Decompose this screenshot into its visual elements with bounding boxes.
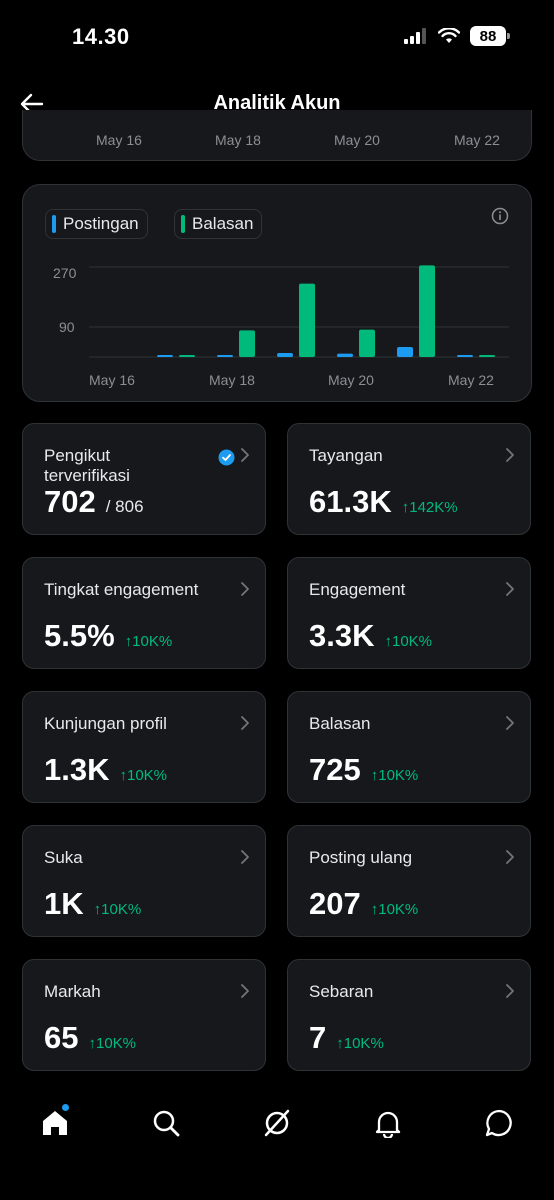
bar-postingan <box>337 353 353 357</box>
metric-label: Suka <box>44 848 83 867</box>
bar-postingan <box>457 355 473 357</box>
bar-balasan <box>239 330 255 357</box>
y-tick-label: 90 <box>59 319 75 335</box>
search-icon[interactable] <box>151 1108 181 1138</box>
metric-tile[interactable]: Engagement 3.3K ↑10K% <box>287 557 531 669</box>
bar-postingan <box>277 353 293 357</box>
chevron-right-icon <box>241 582 249 596</box>
chevron-right-icon <box>506 850 514 864</box>
metric-label: Kunjungan profil <box>44 714 167 733</box>
x-tick-label: May 16 <box>96 132 142 148</box>
metric-value: 702 <box>44 484 96 519</box>
x-tick-label: May 18 <box>209 372 255 388</box>
bar-balasan <box>479 355 495 357</box>
battery-indicator: 88 <box>470 26 510 46</box>
metric-tile[interactable]: Markah 65 ↑10K% <box>22 959 266 1071</box>
metric-tile[interactable]: Balasan 725 ↑10K% <box>287 691 531 803</box>
notification-dot <box>62 1104 69 1111</box>
x-tick-label: May 16 <box>89 372 135 388</box>
bar-balasan <box>359 329 375 357</box>
metric-value-row: 725 ↑10K% <box>309 752 418 788</box>
bar-postingan <box>157 355 173 357</box>
metric-tile[interactable]: Sebaran 7 ↑10K% <box>287 959 531 1071</box>
messages-icon[interactable] <box>484 1108 514 1138</box>
metric-change: ↑10K% <box>119 767 168 784</box>
bar-postingan <box>217 355 233 357</box>
metric-change: ↑10K% <box>384 633 433 650</box>
bar-balasan <box>299 283 315 357</box>
metric-tile[interactable]: Tingkat engagement 5.5% ↑10K% <box>22 557 266 669</box>
metric-change: ↑10K% <box>88 1035 137 1052</box>
status-bar: 14.30 88 <box>0 0 554 70</box>
status-time: 14.30 <box>72 24 130 49</box>
chevron-right-icon <box>506 716 514 730</box>
x-tick-label: May 18 <box>215 132 261 148</box>
metric-value-row: 1K ↑10K% <box>44 886 141 922</box>
metric-value: 61.3K <box>309 484 392 519</box>
verified-badge-icon <box>218 449 235 466</box>
metric-label: Tayangan <box>309 446 383 465</box>
metric-value: 725 <box>309 752 361 787</box>
metric-label: Posting ulang <box>309 848 413 867</box>
metric-change: ↑142K% <box>401 499 458 516</box>
chevron-right-icon <box>241 448 249 462</box>
chevron-right-icon <box>506 984 514 998</box>
bottom-nav <box>0 1090 554 1160</box>
metric-value: 65 <box>44 1020 79 1055</box>
metric-value-row: 3.3K ↑10K% <box>309 618 432 654</box>
wifi-icon <box>438 28 460 43</box>
metric-value-row: 702 / 806 <box>44 484 144 520</box>
metric-value: 5.5% <box>44 618 115 653</box>
metric-label: Pengikut terverifikasi <box>44 446 130 485</box>
metric-value-row: 61.3K ↑142K% <box>309 484 458 520</box>
metric-tile[interactable]: Tayangan 61.3K ↑142K% <box>287 423 531 535</box>
x-tick-label: May 22 <box>448 372 494 388</box>
metric-value-row: 65 ↑10K% <box>44 1020 136 1056</box>
chevron-right-icon <box>241 984 249 998</box>
metric-change: ↑10K% <box>93 901 142 918</box>
signal-icon <box>404 28 426 44</box>
metric-tile[interactable]: Pengikut terverifikasi 702 / 806 <box>22 423 266 535</box>
metric-value: 1K <box>44 886 84 921</box>
metric-tile[interactable]: Posting ulang 207 ↑10K% <box>287 825 531 937</box>
metric-change: ↑10K% <box>336 1035 384 1052</box>
metric-value: 1.3K <box>44 752 110 787</box>
metric-change: ↑10K% <box>370 767 419 784</box>
metric-tile[interactable]: Suka 1K ↑10K% <box>22 825 266 937</box>
bar-balasan <box>419 265 435 357</box>
status-icons: 88 <box>404 26 510 46</box>
activity-chart-card: Postingan Balasan 270 90 May 16 May 18 M… <box>22 184 532 402</box>
bar-postingan <box>397 347 413 357</box>
overview-chart-card: May 16 May 18 May 20 May 22 <box>22 110 532 161</box>
bar-balasan <box>179 355 195 357</box>
grok-icon[interactable] <box>262 1108 292 1138</box>
chevron-right-icon <box>241 850 249 864</box>
home-icon[interactable] <box>40 1108 70 1138</box>
x-tick-label: May 20 <box>334 132 380 148</box>
x-tick-label: May 20 <box>328 372 374 388</box>
metric-value-row: 5.5% ↑10K% <box>44 618 172 654</box>
metric-label: Markah <box>44 982 101 1001</box>
metric-value-row: 1.3K ↑10K% <box>44 752 167 788</box>
metric-value: 3.3K <box>309 618 375 653</box>
metric-value: 207 <box>309 886 361 921</box>
metric-label: Balasan <box>309 714 371 733</box>
metric-label: Tingkat engagement <box>44 580 199 599</box>
metric-total: / 806 <box>105 497 144 516</box>
bar-chart: 270 90 May 16 May 18 May 20 May 22 <box>53 265 509 388</box>
metric-change: ↑10K% <box>370 901 419 918</box>
metric-value-row: 207 ↑10K% <box>309 886 418 922</box>
chevron-right-icon <box>241 716 249 730</box>
metric-tile[interactable]: Kunjungan profil 1.3K ↑10K% <box>22 691 266 803</box>
notifications-icon[interactable] <box>373 1108 403 1138</box>
metric-change: ↑10K% <box>124 633 173 650</box>
x-tick-label: May 22 <box>454 132 500 148</box>
y-tick-label: 270 <box>53 265 77 281</box>
metric-label: Engagement <box>309 580 406 599</box>
metric-value: 7 <box>309 1020 327 1055</box>
metric-label: Sebaran <box>309 982 374 1001</box>
chevron-right-icon <box>506 582 514 596</box>
metric-value-row: 7 ↑10K% <box>309 1020 384 1056</box>
chevron-right-icon <box>506 448 514 462</box>
